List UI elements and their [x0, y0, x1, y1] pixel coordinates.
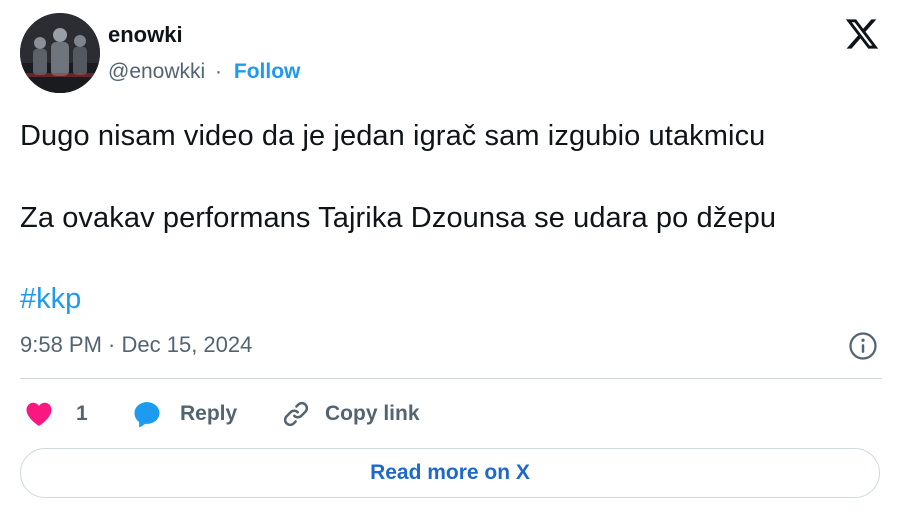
hashtag-link[interactable]: #kkp — [20, 283, 81, 316]
tweet-text-line-1: Dugo nisam video da je jedan igrač sam i… — [20, 120, 766, 152]
display-name[interactable]: enowki — [108, 22, 183, 48]
handle-row: @enowkki · Follow — [108, 60, 300, 84]
heart-icon — [26, 402, 52, 426]
speech-bubble-icon — [134, 402, 160, 428]
reply-button[interactable]: Reply — [132, 396, 237, 432]
user-handle[interactable]: @enowkki — [108, 60, 205, 83]
tweet-text-line-2: Za ovakav performans Tajrika Dzounsa se … — [20, 202, 777, 234]
read-more-label: Read more on X — [370, 461, 530, 484]
like-button[interactable]: 1 — [24, 396, 88, 432]
info-icon[interactable] — [848, 331, 878, 361]
copy-link-button[interactable]: Copy link — [281, 396, 420, 432]
timestamp-link[interactable]: 9:58 PM · Dec 15, 2024 — [20, 332, 252, 358]
x-logo-icon[interactable] — [843, 16, 881, 52]
avatar[interactable] — [20, 13, 100, 93]
read-more-button[interactable]: Read more on X — [20, 448, 880, 498]
reply-label: Reply — [180, 402, 238, 425]
like-count: 1 — [76, 402, 88, 425]
copy-link-label: Copy link — [325, 402, 420, 425]
follow-button[interactable]: Follow — [234, 60, 301, 83]
link-icon — [283, 401, 309, 427]
tweet-card: enowki @enowkki · Follow Dugo nisam vide… — [0, 0, 900, 517]
avatar-photo-icon — [20, 13, 100, 93]
divider — [20, 378, 882, 379]
separator-dot: · — [215, 60, 223, 83]
